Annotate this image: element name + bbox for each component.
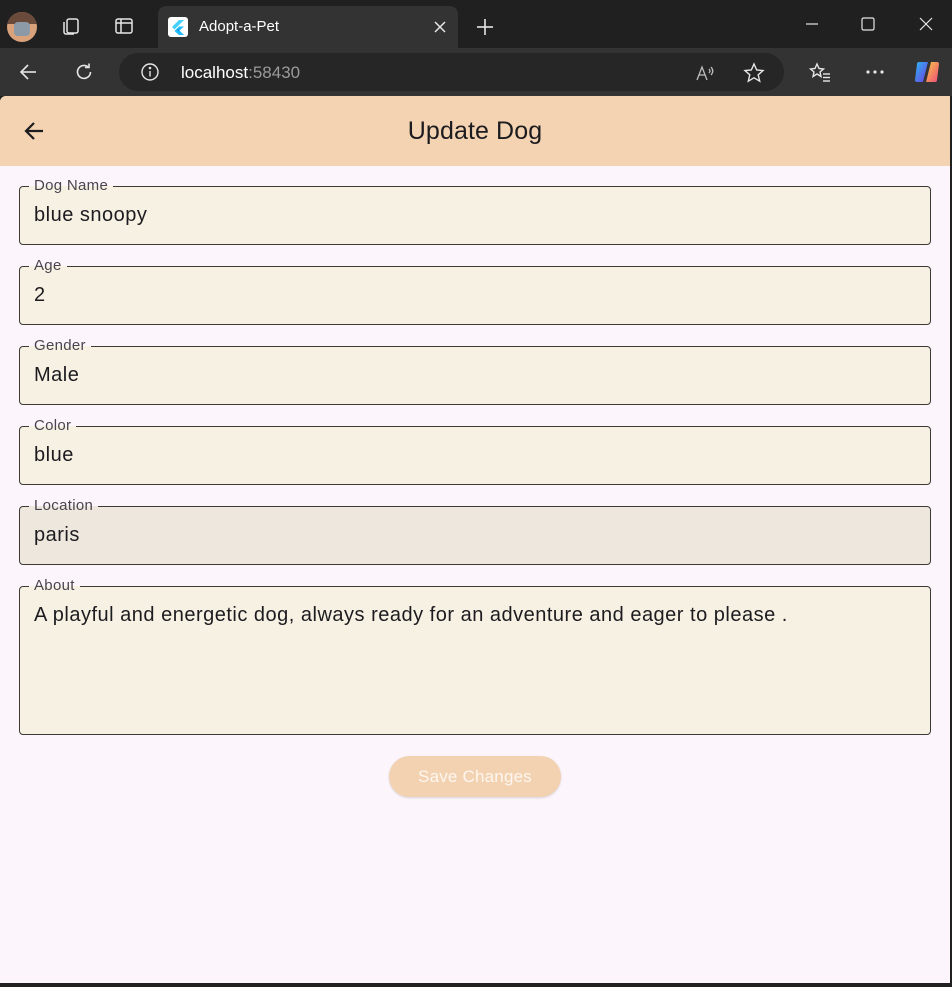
about-value: A playful and energetic dog, always read… [34, 604, 788, 626]
gender-value: Male [34, 364, 80, 386]
flutter-icon [168, 17, 188, 37]
back-icon[interactable] [14, 58, 42, 86]
gender-field[interactable]: Gender Male [19, 337, 931, 405]
save-changes-button[interactable]: Save Changes [389, 756, 561, 797]
close-tab-icon[interactable] [428, 15, 452, 39]
browser-toolbar: localhost:58430 [0, 48, 952, 96]
color-label: Color [29, 417, 77, 435]
color-field[interactable]: Color blue [19, 417, 931, 485]
workspaces-icon[interactable] [58, 13, 84, 39]
tab-title: Adopt-a-Pet [199, 18, 280, 35]
app-bar: Update Dog [0, 96, 950, 166]
gender-label: Gender [29, 337, 91, 355]
more-options-icon[interactable] [861, 58, 889, 86]
location-field[interactable]: Location paris [19, 497, 931, 565]
app-page: Update Dog Dog Name blue snoopy Age 2 Ge… [0, 96, 950, 983]
minimize-icon[interactable] [792, 8, 832, 40]
dog-name-value: blue snoopy [34, 204, 148, 226]
profile-avatar[interactable] [7, 12, 37, 42]
site-info-icon[interactable] [140, 62, 160, 82]
favorite-star-icon[interactable] [742, 61, 766, 85]
url-host: localhost [181, 63, 249, 82]
browser-tab-bar: Adopt-a-Pet [0, 0, 952, 48]
refresh-icon[interactable] [70, 58, 98, 86]
tab-actions-icon[interactable] [111, 13, 137, 39]
about-label: About [29, 577, 80, 595]
age-value: 2 [34, 284, 46, 306]
window-bottom-edge [0, 983, 952, 987]
page-title: Update Dog [407, 117, 543, 145]
maximize-icon[interactable] [848, 8, 888, 40]
color-value: blue [34, 444, 74, 466]
favorites-icon[interactable] [806, 58, 834, 86]
dog-name-label: Dog Name [29, 177, 114, 195]
browser-tab[interactable]: Adopt-a-Pet [158, 6, 458, 48]
location-label: Location [29, 497, 99, 515]
about-field[interactable]: About A playful and energetic dog, alway… [19, 577, 931, 735]
copilot-icon[interactable] [912, 57, 942, 87]
new-tab-icon[interactable] [472, 14, 498, 40]
url-text: localhost:58430 [181, 63, 300, 83]
dog-name-field[interactable]: Dog Name blue snoopy [19, 177, 931, 245]
address-bar[interactable]: localhost:58430 [119, 53, 784, 91]
age-field[interactable]: Age 2 [19, 257, 931, 325]
url-port: :58430 [248, 63, 301, 82]
location-value: paris [34, 524, 80, 546]
close-window-icon[interactable] [906, 8, 946, 40]
read-aloud-icon[interactable] [693, 61, 717, 85]
age-label: Age [29, 257, 67, 275]
